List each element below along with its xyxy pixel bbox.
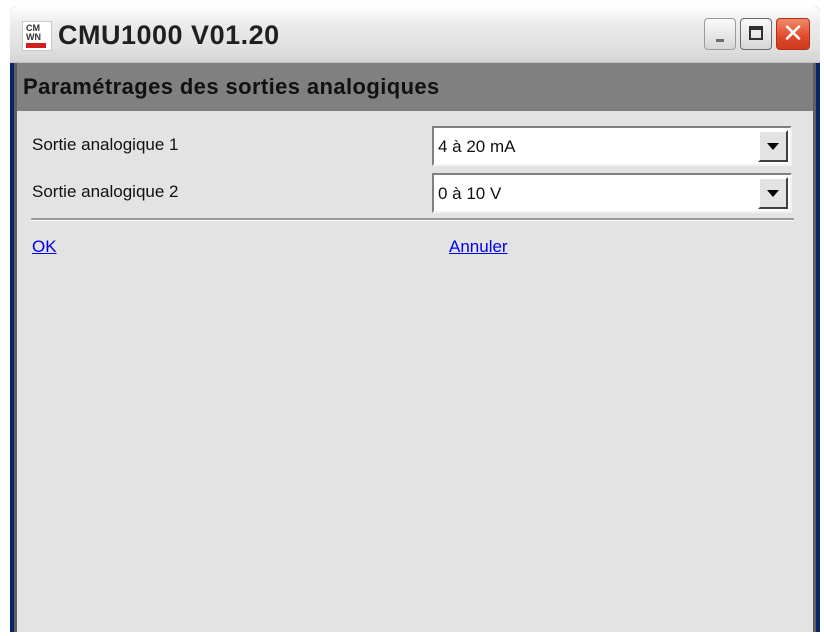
divider — [31, 218, 794, 221]
ok-link[interactable]: OK — [32, 237, 57, 257]
window-title: CMU1000 V01.20 — [58, 20, 280, 50]
minimize-button[interactable] — [704, 18, 736, 50]
title-bar[interactable]: CM WN CMU1000 V01.20 ✕ — [10, 6, 820, 63]
minimize-icon — [716, 39, 724, 42]
close-icon: ✕ — [782, 19, 804, 49]
cancel-link[interactable]: Annuler — [449, 237, 508, 257]
maximize-button[interactable] — [740, 18, 772, 50]
app-icon-text-bottom: WN — [26, 32, 41, 42]
output-2-value: 0 à 10 V — [438, 184, 502, 203]
output-2-label: Sortie analogique 2 — [32, 182, 179, 201]
close-button[interactable]: ✕ — [776, 18, 810, 50]
maximize-icon — [749, 26, 763, 40]
client-area: Paramétrages des sorties analogiques Sor… — [14, 63, 816, 632]
chevron-down-icon[interactable] — [758, 177, 788, 209]
output-1-value: 4 à 20 mA — [438, 137, 516, 156]
output-2-select[interactable]: 0 à 10 V — [432, 173, 792, 213]
section-title: Paramétrages des sorties analogiques — [23, 74, 440, 99]
app-window: CM WN CMU1000 V01.20 ✕ Paramétrages des … — [10, 6, 820, 632]
output-1-select[interactable]: 4 à 20 mA — [432, 126, 792, 166]
app-icon-bar — [26, 43, 46, 48]
output-1-label: Sortie analogique 1 — [32, 135, 179, 154]
section-header: Paramétrages des sorties analogiques — [17, 63, 813, 111]
app-icon[interactable]: CM WN — [22, 21, 52, 51]
chevron-down-icon[interactable] — [758, 130, 788, 162]
